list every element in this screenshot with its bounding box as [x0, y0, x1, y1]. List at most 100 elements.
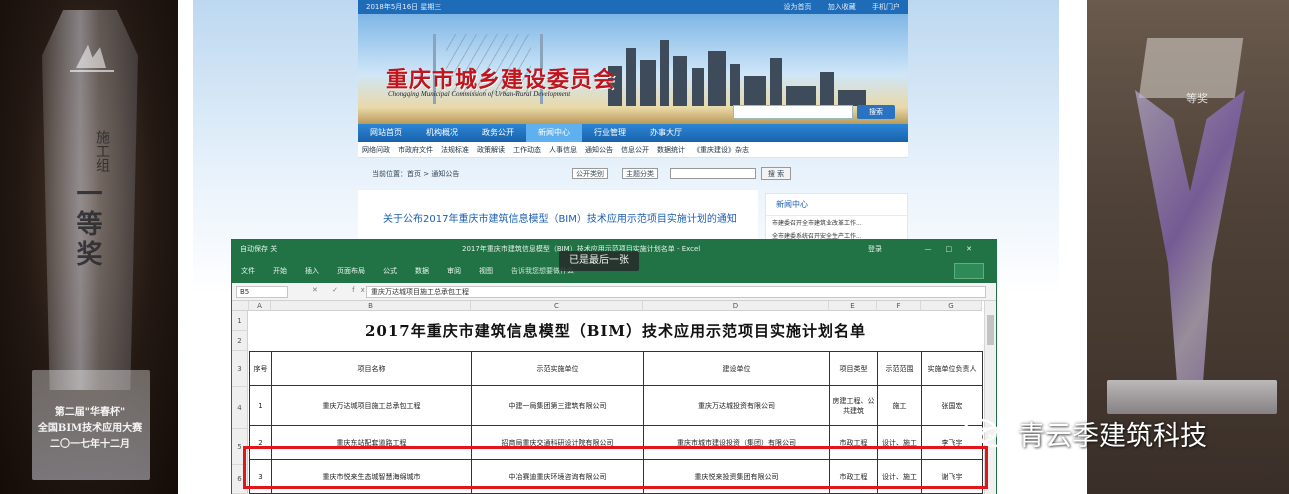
nav-item-home[interactable]: 网站首页: [358, 124, 414, 142]
topbar-links: 设为首页 加入收藏 手机门户: [770, 0, 900, 14]
plaque-line-3: 二〇一七年十二月: [50, 439, 130, 450]
tab-data[interactable]: 数据: [406, 259, 438, 283]
nav-item-service[interactable]: 办事大厅: [638, 124, 694, 142]
window-controls[interactable]: —□✕: [925, 240, 986, 259]
table-row: 1 重庆万达城项目施工总承包工程 中建一局集团第三建筑有限公司 重庆万达城投资有…: [249, 385, 983, 426]
column-header[interactable]: F: [877, 301, 921, 311]
column-header[interactable]: A: [249, 301, 271, 311]
column-header[interactable]: E: [829, 301, 877, 311]
table-cell[interactable]: 中建一局集团第三建筑有限公司: [471, 385, 644, 426]
topbar-date: 2018年5月16日 星期三: [366, 3, 442, 11]
spreadsheet-grid[interactable]: A B C D E F G 1 2 3 4 5 6 2017年重庆市建筑信息模型…: [232, 301, 996, 494]
column-header[interactable]: G: [921, 301, 982, 311]
row-header[interactable]: 1: [232, 311, 248, 331]
header-scope[interactable]: 示范范围: [877, 351, 922, 386]
website-screenshot: 2018年5月16日 星期三 设为首页 加入收藏 手机门户 重庆市城乡建设委员会…: [193, 0, 1059, 494]
table-cell[interactable]: 房建工程、公共建筑: [829, 385, 878, 426]
formula-input[interactable]: 重庆万达城项目施工总承包工程: [366, 286, 986, 298]
subnav-item[interactable]: 数据统计: [653, 142, 689, 158]
site-search: 搜索: [733, 105, 903, 119]
city-skyline: [608, 36, 868, 106]
site-sub-nav: 网络问政 市政府文件 法规标准 政策解读 工作动态 人事信息 通知公告 信息公开…: [358, 142, 908, 158]
search-input[interactable]: [733, 105, 853, 119]
subnav-item[interactable]: 信息公开: [617, 142, 653, 158]
breadcrumb: 当前位置：首页 > 通知公告: [372, 170, 460, 178]
news-item[interactable]: 市建委召开全市建筑业改革工作...: [766, 216, 907, 229]
subnav-item[interactable]: 政策解读: [473, 142, 509, 158]
topbar-link-favorite[interactable]: 加入收藏: [828, 3, 856, 11]
trophy-award-text: 一等奖: [72, 180, 102, 270]
nav-item-industry[interactable]: 行业管理: [582, 124, 638, 142]
plaque-line-2: 全国BIM技术应用大赛: [37, 423, 143, 434]
table-cell[interactable]: 重庆万达城项目施工总承包工程: [271, 385, 472, 426]
table-cell[interactable]: 施工: [877, 385, 922, 426]
filter-input[interactable]: [670, 168, 756, 179]
watermark-text: 青云季建筑科技: [1018, 421, 1207, 452]
site-topbar: 2018年5月16日 星期三 设为首页 加入收藏 手机门户: [358, 0, 908, 14]
row-header[interactable]: 4: [232, 387, 248, 429]
subnav-item[interactable]: 《重庆建设》杂志: [689, 142, 753, 158]
column-header[interactable]: D: [643, 301, 829, 311]
nav-item-public[interactable]: 政务公开: [470, 124, 526, 142]
subnav-item[interactable]: 通知公告: [581, 142, 617, 158]
header-project-type[interactable]: 项目类型: [829, 351, 878, 386]
search-button[interactable]: 搜索: [857, 105, 895, 119]
tab-insert[interactable]: 插入: [296, 259, 328, 283]
subnav-item[interactable]: 网络问政: [358, 142, 394, 158]
topbar-link-mobile[interactable]: 手机门户: [872, 3, 900, 11]
topic-select[interactable]: 主题分类: [622, 168, 658, 179]
sheet-title: 2017年重庆市建筑信息模型（BIM）技术应用示范项目实施计划名单: [364, 322, 867, 340]
news-panel-title: 新闻中心: [766, 194, 907, 216]
name-box[interactable]: B5: [236, 286, 288, 298]
header-developer[interactable]: 建设单位: [643, 351, 830, 386]
tab-formulas[interactable]: 公式: [374, 259, 406, 283]
row-header[interactable]: 2: [232, 331, 248, 351]
toast-message: 已是最后一张: [559, 251, 639, 271]
table-cell[interactable]: 重庆万达城投资有限公司: [643, 385, 830, 426]
wechat-watermark: 青云季建筑科技: [962, 410, 1252, 454]
tab-file[interactable]: 文件: [232, 259, 264, 283]
subnav-item[interactable]: 法规标准: [437, 142, 473, 158]
header-leader[interactable]: 实施单位负责人: [921, 351, 983, 386]
wechat-icon: [962, 418, 1009, 448]
trophy-logo-icon: [70, 42, 114, 72]
excel-user[interactable]: 登录: [868, 240, 882, 259]
topbar-link-home[interactable]: 设为首页: [784, 3, 812, 11]
trophy-photo-left: 施工组 一等奖 第二届"华春杯" 全国BIM技术应用大赛 二〇一七年十二月: [0, 0, 178, 494]
trophy-base-right: [1107, 380, 1277, 414]
subnav-item[interactable]: 工作动态: [509, 142, 545, 158]
formula-bar: B5 ✕ ✓ fx 重庆万达城项目施工总承包工程: [232, 283, 996, 301]
category-select[interactable]: 公开类别: [572, 168, 608, 179]
crystal-top-block: [1138, 38, 1244, 98]
tab-home[interactable]: 开始: [264, 259, 296, 283]
table-cell[interactable]: 1: [249, 385, 272, 426]
filter-search-button[interactable]: 搜 索: [761, 167, 791, 180]
site-subtitle: Chongqing Municipal Commission of Urban-…: [388, 90, 571, 98]
article-title[interactable]: 关于公布2017年重庆市建筑信息模型（BIM）技术应用示范项目实施计划的通知: [383, 210, 737, 225]
site-main-nav: 网站首页 机构概况 政务公开 新闻中心 行业管理 办事大厅: [358, 124, 908, 142]
nav-item-news[interactable]: 新闻中心: [526, 124, 582, 142]
tab-view[interactable]: 视图: [470, 259, 502, 283]
column-header[interactable]: C: [471, 301, 643, 311]
trophy-plaque: 第二届"华春杯" 全国BIM技术应用大赛 二〇一七年十二月: [28, 405, 152, 453]
nav-item-overview[interactable]: 机构概况: [414, 124, 470, 142]
header-index[interactable]: 序号: [249, 351, 272, 386]
tab-review[interactable]: 审阅: [438, 259, 470, 283]
site-filter-bar: 当前位置：首页 > 通知公告 公开类别 主题分类 搜 索: [358, 166, 908, 182]
formula-icons[interactable]: ✕ ✓ fx: [312, 286, 371, 294]
tab-page-layout[interactable]: 页面布局: [328, 259, 374, 283]
highlight-box: [243, 446, 988, 489]
share-button[interactable]: [954, 263, 984, 279]
subnav-item[interactable]: 人事信息: [545, 142, 581, 158]
header-project-name[interactable]: 项目名称: [271, 351, 472, 386]
column-header[interactable]: B: [271, 301, 471, 311]
plaque-line-1: 第二届"华春杯": [54, 407, 126, 418]
row-header[interactable]: 3: [232, 351, 248, 387]
quick-access-toolbar[interactable]: 自动保存 关: [240, 240, 277, 259]
crystal-trophy-purple: [1135, 90, 1245, 380]
crystal-engraving: 等奖: [1186, 92, 1208, 105]
excel-window: 自动保存 关 2017年重庆市建筑信息模型（BIM）技术应用示范项目实施计划名单…: [232, 240, 996, 494]
subnav-item[interactable]: 市政府文件: [394, 142, 437, 158]
select-all-corner[interactable]: [232, 301, 249, 311]
header-implementer[interactable]: 示范实施单位: [471, 351, 644, 386]
